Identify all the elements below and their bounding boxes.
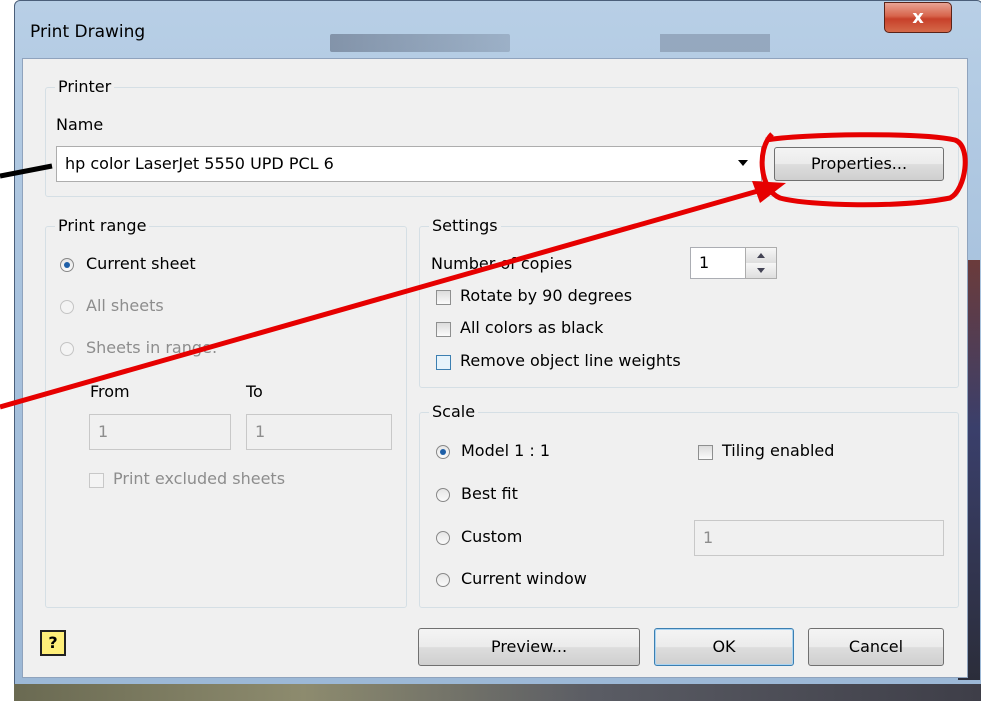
annotation-arrow-line: [0, 184, 773, 410]
annotation-black-line: [0, 163, 53, 179]
annotation-circle: [759, 132, 968, 208]
annotation-overlay: [0, 132, 968, 410]
